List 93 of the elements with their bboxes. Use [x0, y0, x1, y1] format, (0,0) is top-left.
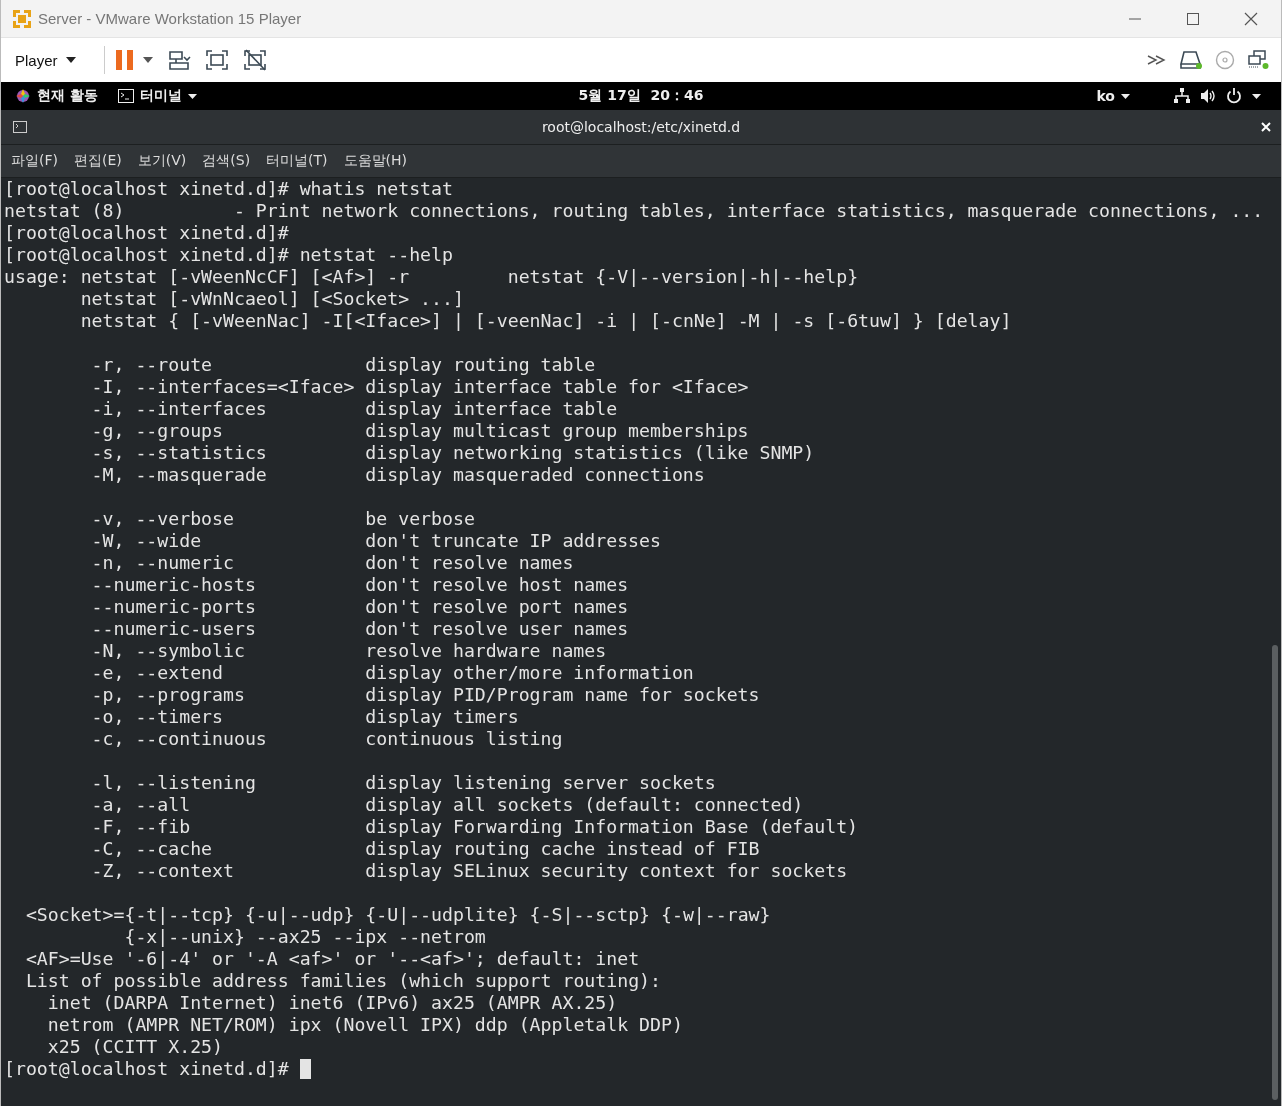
option-description: display all sockets (default: connected)	[365, 794, 804, 816]
terminal-output-line: netrom (AMPR NET/ROM) ipx (Novell IPX) ddp (Appletalk DDP)	[46, 1014, 684, 1036]
player-menu-button[interactable]: Player	[7, 47, 98, 73]
option-description: display Forwarding Information Base (default)	[365, 816, 859, 838]
terminal-icon	[117, 89, 134, 103]
menu-item[interactable]: 보기(V)	[129, 150, 195, 172]
fullscreen-icon[interactable]	[204, 49, 229, 71]
option-description: display other/more information	[365, 662, 694, 684]
terminal-title: root@localhost:/etc/xinetd.d	[541, 119, 741, 135]
option-name: --numeric-hosts	[91, 574, 256, 596]
option-description: don't resolve host names	[365, 574, 629, 596]
caret-icon	[1121, 93, 1130, 99]
terminal-icon	[13, 121, 27, 133]
option-description: display masqueraded connections	[365, 464, 705, 486]
terminal-output-line: x25 (CCITT X.25)	[46, 1036, 224, 1058]
option-description: display listening server sockets	[365, 772, 716, 794]
option-name: -r, --route	[91, 354, 213, 376]
terminal-output-line: {-x|--unix} --ax25 --ipx --netrom	[123, 926, 487, 948]
option-name: -M, --masquerade	[91, 464, 267, 486]
caret-icon	[65, 57, 76, 63]
network-icon	[1174, 88, 1190, 104]
command-prompt: [root@localhost xinetd.d]#	[4, 1058, 290, 1080]
terminal-output-line: usage: netstat [-vWeenNcCF] [<Af>] -r netstat {-V|--version|-h|--help}	[4, 266, 860, 288]
terminal-output-line: List of possible address families (which support routing):	[24, 970, 662, 992]
terminal-output-line: netstat (8) - Print network connections, routing tables, interface statistics, masquerade connections, ...	[4, 200, 1265, 222]
option-description: display routing cache instead of FIB	[365, 838, 760, 860]
option-name: -c, --continuous	[91, 728, 267, 750]
power-icon	[1226, 88, 1242, 104]
option-description: don't resolve port names	[365, 596, 629, 618]
option-description: resolve hardware names	[365, 640, 607, 662]
menu-item[interactable]: 검색(S)	[194, 150, 259, 172]
terminal-output-line: [root@localhost xinetd.d]# netstat --help	[4, 244, 454, 266]
option-description: display multicast group memberships	[365, 420, 749, 442]
caret-icon[interactable]	[142, 57, 153, 63]
menu-item[interactable]: 터미널(T)	[258, 150, 336, 172]
option-name: -g, --groups	[91, 420, 223, 442]
option-name: -F, --fib	[91, 816, 191, 838]
double-chevron-icon[interactable]	[1147, 54, 1167, 66]
activities-logo-icon	[15, 88, 31, 104]
option-description: don't truncate IP addresses	[365, 530, 661, 552]
window-title: Server - VMware Workstation 15 Player	[38, 10, 302, 27]
option-name: -v, --verbose	[91, 508, 234, 530]
network-adapter-icon[interactable]	[1247, 50, 1269, 70]
terminal-output-line: [root@localhost xinetd.d]# whatis netstat	[4, 178, 454, 200]
terminal-output-line: <Socket>={-t|--tcp} {-u|--udp} {-U|--udplite} {-S|--sctp} {-w|--raw}	[24, 904, 772, 926]
option-name: -i, --interfaces	[91, 398, 267, 420]
caret-icon	[187, 93, 197, 99]
option-description: be verbose	[365, 508, 475, 530]
option-name: --numeric-ports	[91, 596, 256, 618]
option-name: -C, --cache	[91, 838, 213, 860]
close-icon[interactable]	[1243, 10, 1259, 27]
terminal-output-line: netstat { [-vWeenNac] -I[<Iface>] | [-veenNac] -i | [-cnNe] -M | -s [-6tuw] } [delay]	[79, 310, 1013, 332]
send-keys-icon[interactable]	[166, 49, 191, 71]
option-name: -o, --timers	[91, 706, 223, 728]
option-description: display SELinux security context for sockets	[365, 860, 848, 882]
option-name: -p, --programs	[91, 684, 245, 706]
option-description: display timers	[365, 706, 519, 728]
terminal-output-line: inet (DARPA Internet) inet6 (IPv6) ax25 (AMPR AX.25)	[46, 992, 619, 1014]
volume-icon	[1200, 88, 1216, 104]
option-description: display networking statistics (like SNMP)	[365, 442, 815, 464]
option-name: -e, --extend	[91, 662, 223, 684]
unity-icon[interactable]	[242, 49, 267, 71]
option-name: -N, --symbolic	[91, 640, 245, 662]
pause-icon[interactable]	[114, 49, 135, 71]
caret-icon	[1252, 93, 1261, 99]
option-name: -n, --numeric	[91, 552, 234, 574]
option-name: -Z, --context	[91, 860, 234, 882]
option-description: don't resolve names	[365, 552, 574, 574]
app-menu-button[interactable]: 터미널	[107, 82, 207, 110]
option-name: -a, --all	[91, 794, 191, 816]
terminal-output-line: netstat [-vWnNcaeol] [<Socket> ...]	[79, 288, 465, 310]
option-description: display interface table	[365, 398, 618, 420]
option-name: -l, --listening	[91, 772, 256, 794]
option-description: don't resolve user names	[365, 618, 629, 640]
option-description: display PID/Program name for sockets	[365, 684, 760, 706]
terminal-output-line: <AF>=Use '-6|-4' or '-A <af>' or '--<af>'; default: inet	[24, 948, 641, 970]
option-name: -W, --wide	[91, 530, 202, 552]
option-name: --numeric-users	[91, 618, 256, 640]
activities-button[interactable]: 현재 활동	[1, 82, 108, 110]
menu-item[interactable]: 편집(E)	[66, 150, 130, 172]
input-method-button[interactable]: ko	[1086, 82, 1140, 110]
option-description: continuous listing	[365, 728, 563, 750]
option-description: display routing table	[365, 354, 596, 376]
option-name: -I, --interfaces=<Iface>	[91, 376, 355, 398]
option-name: -s, --statistics	[91, 442, 267, 464]
maximize-icon[interactable]	[1185, 10, 1201, 27]
menu-item[interactable]: 파일(F)	[3, 150, 66, 172]
clock-button[interactable]: 5월 17일 20：46	[568, 82, 714, 110]
app-logo-icon	[11, 7, 33, 30]
terminal-output-line: [root@localhost xinetd.d]#	[4, 222, 290, 244]
menu-item[interactable]: 도움말(H)	[335, 150, 416, 172]
scrollbar-thumb[interactable]	[1272, 645, 1278, 1100]
option-description: display interface table for <Iface>	[365, 376, 749, 398]
